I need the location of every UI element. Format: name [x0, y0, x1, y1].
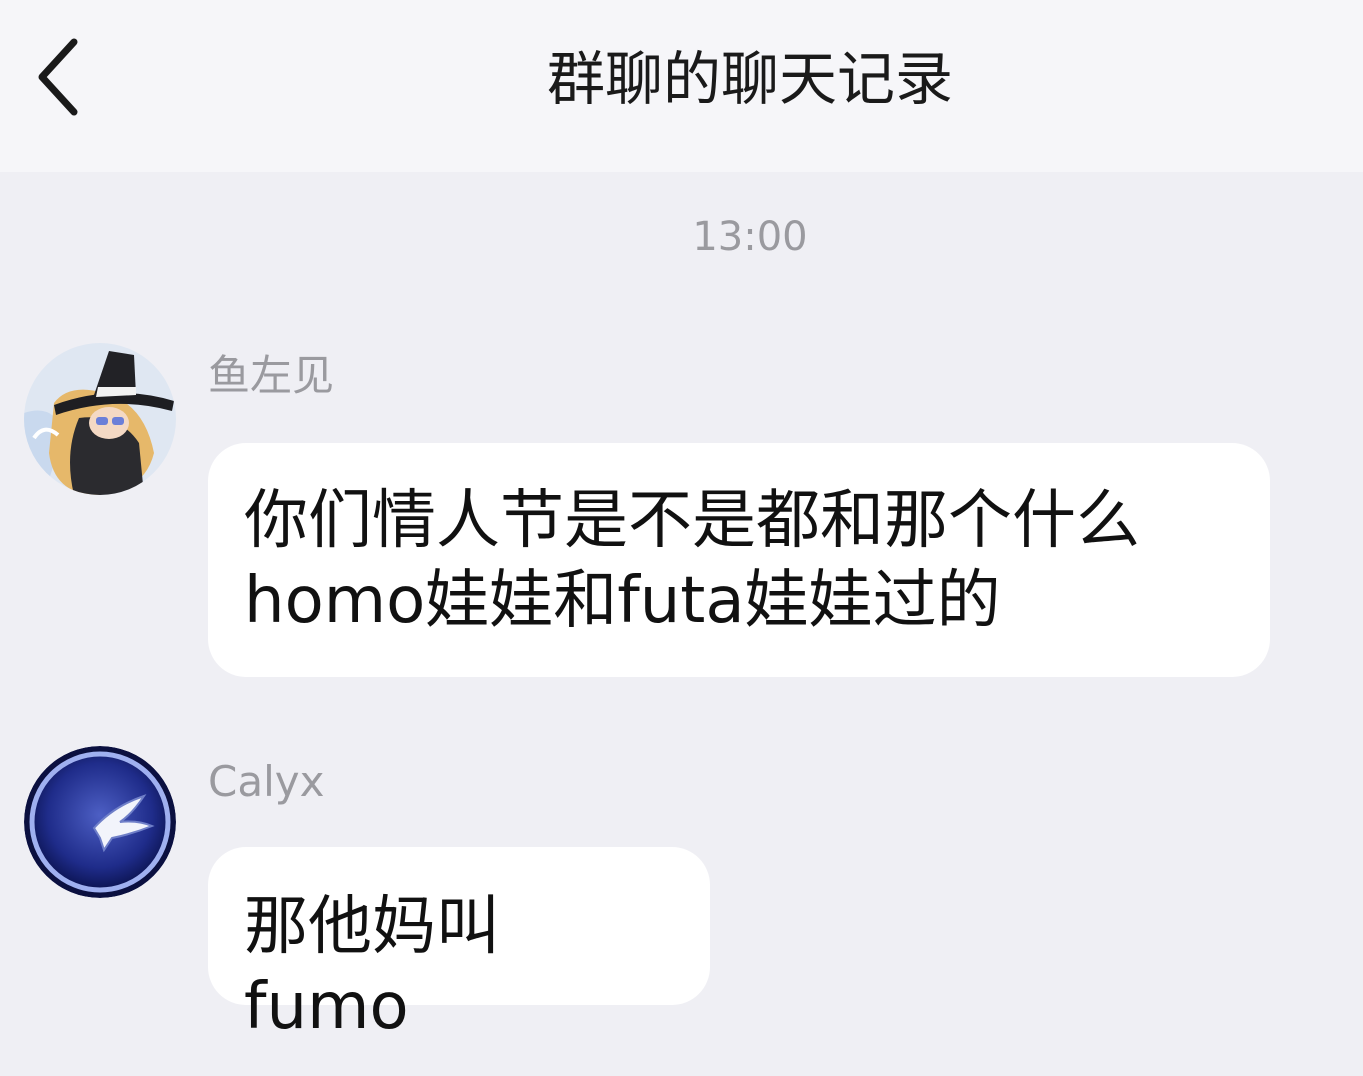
sender-name: Calyx	[208, 757, 325, 806]
back-button[interactable]	[22, 32, 102, 122]
avatar[interactable]	[24, 746, 176, 898]
witch-character-avatar-image	[24, 343, 176, 495]
message-timestamp: 13:00	[692, 214, 808, 260]
avatar[interactable]	[24, 343, 176, 495]
message-bubble[interactable]: 你们情人节是不是都和那个什么 homo娃娃和futa娃娃过的	[208, 443, 1270, 677]
sender-name: 鱼左见	[208, 351, 335, 400]
page-title: 群聊的聊天记录	[546, 45, 953, 113]
navigation-header: 群聊的聊天记录	[0, 0, 1363, 172]
chevron-left-icon	[38, 38, 78, 116]
message-line: homo娃娃和futa娃娃过的	[244, 564, 1001, 638]
message-line: 那他妈叫 fumo	[244, 890, 500, 1044]
message-line: 你们情人节是不是都和那个什么	[244, 484, 1140, 558]
message-bubble[interactable]: 那他妈叫 fumo	[208, 847, 710, 1044]
falcon-crescent-emblem-avatar-image	[24, 746, 176, 898]
